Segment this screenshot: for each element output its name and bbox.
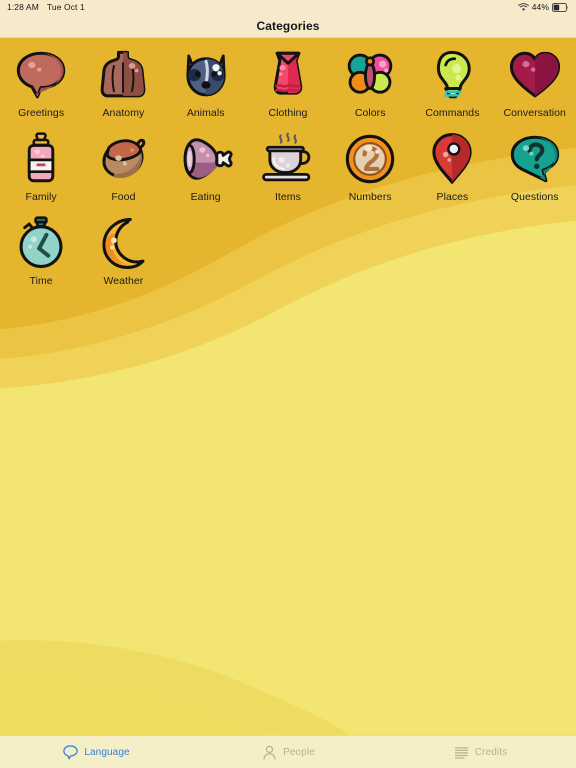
status-bar: 1:28 AM Tue Oct 1 44% bbox=[0, 0, 576, 14]
crescent-moon-icon bbox=[92, 212, 154, 274]
status-bar-right: 44% bbox=[517, 2, 569, 12]
category-label: Weather bbox=[103, 275, 144, 287]
stopwatch-icon bbox=[10, 212, 72, 274]
speech-bubble-icon bbox=[10, 44, 72, 106]
tab-label: Credits bbox=[474, 746, 508, 758]
category-label: Food bbox=[111, 191, 136, 203]
tab-label: Language bbox=[84, 746, 130, 758]
category-label: Items bbox=[274, 191, 301, 203]
category-item-colors[interactable]: Colors bbox=[329, 44, 411, 128]
raccoon-face-icon bbox=[175, 44, 237, 106]
categories-grid: Greetings Anatomy Animals Clothing Color… bbox=[0, 38, 576, 296]
category-label: Conversation bbox=[503, 107, 566, 119]
category-item-places[interactable]: Places bbox=[411, 128, 493, 212]
battery-icon bbox=[552, 2, 569, 12]
category-item-conversation[interactable]: Conversation bbox=[494, 44, 576, 128]
category-label: Animals bbox=[186, 107, 225, 119]
dress-icon bbox=[257, 44, 319, 106]
status-bar-time: 1:28 AM bbox=[7, 2, 39, 12]
map-pin-icon bbox=[421, 128, 483, 190]
category-label: Greetings bbox=[18, 107, 65, 119]
category-label: Eating bbox=[190, 191, 221, 203]
butterfly-icon bbox=[339, 44, 401, 106]
category-item-clothing[interactable]: Clothing bbox=[247, 44, 329, 128]
category-item-family[interactable]: Family bbox=[0, 128, 82, 212]
category-label: Clothing bbox=[268, 107, 308, 119]
categories-content: Greetings Anatomy Animals Clothing Color… bbox=[0, 38, 576, 735]
category-item-commands[interactable]: Commands bbox=[411, 44, 493, 128]
category-item-anatomy[interactable]: Anatomy bbox=[82, 44, 164, 128]
lines-list-icon bbox=[453, 744, 470, 761]
heart-icon bbox=[504, 44, 566, 106]
category-label: Anatomy bbox=[102, 107, 145, 119]
category-item-weather[interactable]: Weather bbox=[82, 212, 164, 296]
lightbulb-icon bbox=[421, 44, 483, 106]
category-label: Colors bbox=[354, 107, 386, 119]
category-label: Time bbox=[29, 275, 53, 287]
category-label: Family bbox=[25, 191, 57, 203]
person-outline-icon bbox=[261, 744, 278, 761]
battery-percent-label: 44% bbox=[531, 2, 549, 12]
speech-bubble-outline-icon bbox=[62, 744, 79, 761]
question-bubble-icon bbox=[504, 128, 566, 190]
status-bar-left: 1:28 AM Tue Oct 1 bbox=[7, 2, 85, 12]
coin-two-icon bbox=[339, 128, 401, 190]
page-title: Categories bbox=[256, 18, 320, 33]
tab-bar: Language People Credits bbox=[0, 735, 576, 768]
tab-label: People bbox=[283, 746, 315, 758]
baby-bottle-icon bbox=[10, 128, 72, 190]
wifi-icon bbox=[517, 3, 529, 11]
category-item-questions[interactable]: Questions bbox=[494, 128, 576, 212]
category-item-animals[interactable]: Animals bbox=[165, 44, 247, 128]
category-label: Places bbox=[436, 191, 469, 203]
status-bar-date: Tue Oct 1 bbox=[46, 2, 85, 12]
tab-people[interactable]: People bbox=[192, 736, 384, 768]
category-item-items[interactable]: Items bbox=[247, 128, 329, 212]
tab-credits[interactable]: Credits bbox=[384, 736, 576, 768]
navigation-bar: Categories bbox=[0, 14, 576, 38]
category-item-numbers[interactable]: Numbers bbox=[329, 128, 411, 212]
category-item-food[interactable]: Food bbox=[82, 128, 164, 212]
ham-icon bbox=[175, 128, 237, 190]
acorn-icon bbox=[92, 128, 154, 190]
category-label: Commands bbox=[425, 107, 480, 119]
category-item-eating[interactable]: Eating bbox=[165, 128, 247, 212]
app-root: 1:28 AM Tue Oct 1 44% Categories Greetin… bbox=[0, 0, 576, 768]
category-label: Questions bbox=[510, 191, 559, 203]
category-item-time[interactable]: Time bbox=[0, 212, 82, 296]
torso-icon bbox=[92, 44, 154, 106]
category-item-greetings[interactable]: Greetings bbox=[0, 44, 82, 128]
teacup-icon bbox=[257, 128, 319, 190]
category-label: Numbers bbox=[348, 191, 392, 203]
tab-language[interactable]: Language bbox=[0, 736, 192, 768]
